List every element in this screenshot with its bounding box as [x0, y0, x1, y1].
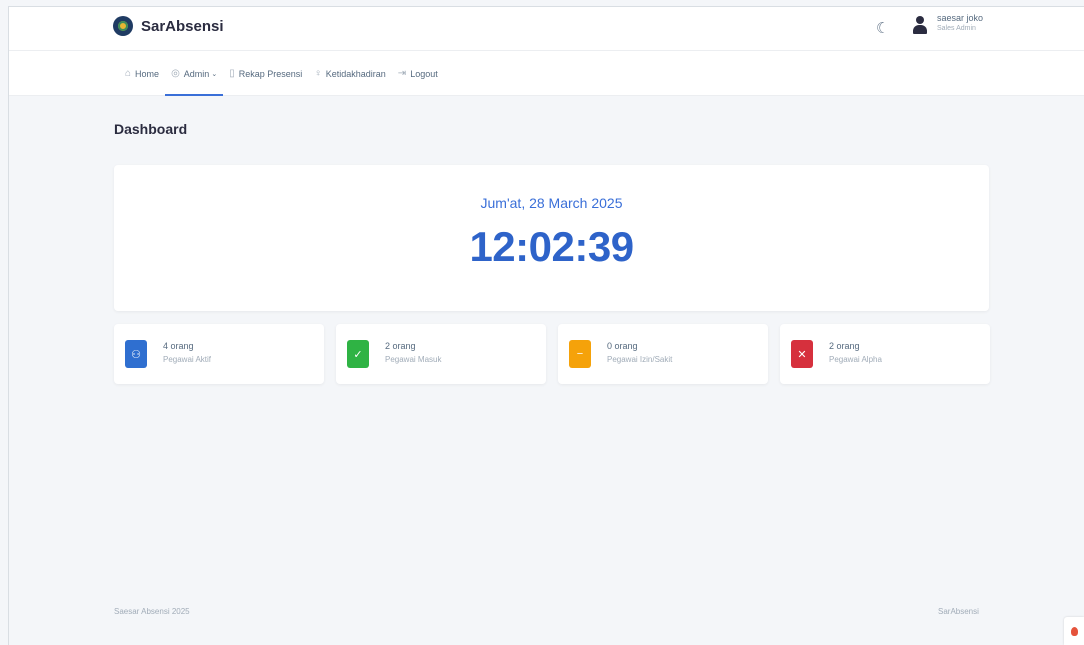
page-title: Dashboard [114, 121, 188, 137]
user-check-icon: ✓ [347, 340, 369, 368]
stats-row: ⚇ 4 orang Pegawai Aktif ✓ 2 orang Pegawa… [114, 324, 990, 384]
theme-toggle-moon-icon[interactable]: ☾ [876, 19, 896, 39]
user-role: Sales Admin [937, 25, 976, 32]
footer-brand-link[interactable]: SarAbsensi [938, 607, 979, 616]
stat-card-pegawai-alpha: ✕ 2 orang Pegawai Alpha [780, 324, 990, 384]
stat-label: Pegawai Alpha [829, 355, 882, 364]
chevron-down-icon: ⌄ [211, 70, 218, 78]
nav-item-label: Logout [410, 68, 438, 79]
users-icon: ⚇ [125, 340, 147, 368]
clock-time: 12:02:39 [469, 223, 634, 270]
user-minus-icon: − [569, 340, 591, 368]
nav-item-admin[interactable]: ◎ Admin ⌄ [165, 51, 224, 96]
stat-card-pegawai-izin-sakit: − 0 orang Pegawai Izin/Sakit [558, 324, 768, 384]
clipboard-icon: ▯ [229, 68, 235, 79]
app-frame: SarAbsensi ☾ saesar joko Sales Admin ⌂ H… [8, 6, 1084, 645]
clock-date: Jum'at, 28 March 2025 [480, 195, 623, 211]
brand-name: SarAbsensi [141, 17, 224, 35]
nav-item-home[interactable]: ⌂ Home [119, 51, 165, 96]
top-bar: SarAbsensi ☾ saesar joko Sales Admin [9, 7, 1084, 51]
nav-item-label: Rekap Presensi [238, 68, 303, 79]
nav-item-label: Ketidakhadiran [325, 68, 386, 79]
stat-card-pegawai-masuk: ✓ 2 orang Pegawai Masuk [336, 324, 546, 384]
avatar-icon [913, 16, 927, 34]
stat-label: Pegawai Masuk [385, 355, 442, 364]
person-icon: ♀ [314, 68, 322, 79]
nav-item-ketidakhadiran[interactable]: ♀ Ketidakhadiran [308, 51, 392, 96]
nav-item-label: Admin [183, 68, 210, 79]
home-icon: ⌂ [125, 68, 132, 79]
stat-count: 0 orang [607, 341, 638, 351]
logo-icon [113, 16, 133, 36]
stat-count: 2 orang [829, 341, 860, 351]
user-name: saesar joko [937, 13, 984, 23]
brand[interactable]: SarAbsensi [113, 16, 224, 36]
floating-help-icon[interactable] [1064, 617, 1084, 645]
nav-item-label: Home [135, 68, 160, 79]
nav-item-rekap-presensi[interactable]: ▯ Rekap Presensi [223, 51, 308, 96]
nav-bar: ⌂ Home ◎ Admin ⌄ ▯ Rekap Presensi ♀ Keti… [9, 51, 1084, 96]
footer-copyright: Saesar Absensi 2025 [114, 607, 190, 616]
stat-label: Pegawai Izin/Sakit [607, 355, 673, 364]
nav-item-logout[interactable]: ⇥ Logout [392, 51, 444, 96]
user-menu[interactable]: saesar joko Sales Admin [913, 14, 983, 34]
logout-icon: ⇥ [397, 68, 407, 79]
user-x-icon: ✕ [791, 340, 813, 368]
clock-card: Jum'at, 28 March 2025 12:02:39 [114, 165, 989, 311]
stat-label: Pegawai Aktif [163, 355, 212, 364]
user-circle-icon: ◎ [171, 68, 180, 79]
stat-card-pegawai-aktif: ⚇ 4 orang Pegawai Aktif [114, 324, 324, 384]
stat-count: 2 orang [385, 341, 416, 351]
stat-count: 4 orang [163, 341, 194, 351]
